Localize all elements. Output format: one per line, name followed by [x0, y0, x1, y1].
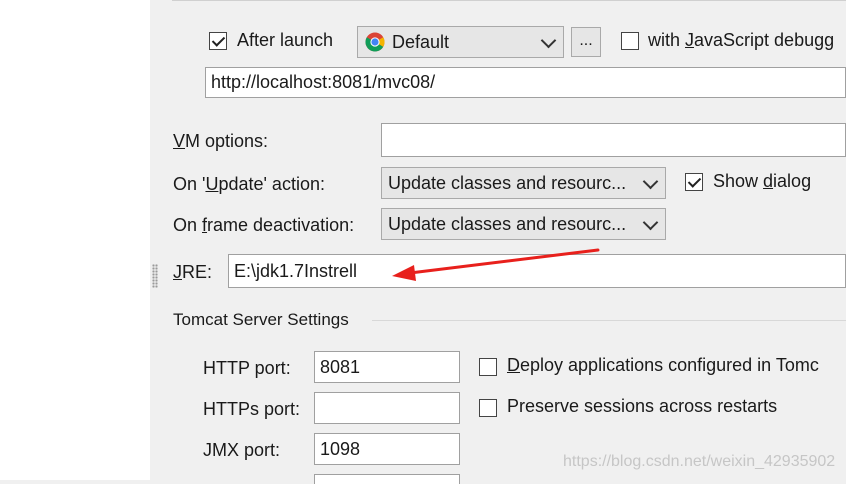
- http-port-value: 8081: [320, 357, 361, 377]
- next-port-field[interactable]: [314, 474, 460, 484]
- preserve-sessions-label: Preserve sessions across restarts: [507, 396, 778, 416]
- tomcat-settings-title: Tomcat Server Settings: [173, 310, 349, 329]
- http-port-label: HTTP port:: [203, 358, 291, 378]
- browser-select-value: Default: [392, 32, 450, 52]
- jmx-port-value: 1098: [320, 439, 361, 459]
- chevron-down-icon: [642, 173, 659, 190]
- annotation-arrow: [392, 248, 600, 281]
- on-update-select[interactable]: Update classes and resourc...: [381, 167, 666, 199]
- splitter-grip[interactable]: [152, 264, 158, 288]
- preserve-sessions-checkbox[interactable]: [479, 399, 497, 417]
- https-port-field[interactable]: [314, 392, 460, 424]
- https-port-label: HTTPs port:: [203, 399, 301, 419]
- after-launch-label: After launch: [237, 30, 334, 50]
- url-field[interactable]: http://localhost:8081/mvc08/: [205, 67, 846, 98]
- deploy-apps-checkbox[interactable]: [479, 358, 497, 376]
- jmx-port-field[interactable]: 1098: [314, 433, 460, 465]
- show-dialog-checkbox[interactable]: [685, 173, 703, 191]
- vm-options-label: VM options:: [173, 131, 269, 151]
- http-port-field[interactable]: 8081: [314, 351, 460, 383]
- js-debug-checkbox[interactable]: [621, 32, 639, 50]
- on-frame-deactivation-value: Update classes and resourc...: [388, 214, 627, 234]
- chevron-down-icon: [540, 32, 557, 49]
- jre-label: JRE:: [173, 262, 213, 282]
- url-field-value: http://localhost:8081/mvc08/: [211, 72, 436, 92]
- jmx-port-label: JMX port:: [203, 440, 281, 460]
- browser-select[interactable]: Default: [357, 26, 564, 58]
- on-update-value: Update classes and resourc...: [388, 173, 627, 193]
- browse-browser-button[interactable]: ...: [571, 27, 601, 57]
- after-launch-checkbox[interactable]: [209, 32, 227, 50]
- js-debug-label: with JavaScript debugg: [648, 30, 835, 50]
- vm-options-field[interactable]: [381, 123, 846, 157]
- section-separator: [372, 320, 846, 321]
- group-border: [172, 0, 846, 7]
- deploy-apps-label: Deploy applications configured in Tomc: [507, 355, 819, 375]
- on-frame-deactivation-select[interactable]: Update classes and resourc...: [381, 208, 666, 240]
- splitter[interactable]: [150, 0, 160, 480]
- chevron-down-icon: [642, 214, 659, 231]
- left-pane: [0, 0, 151, 480]
- on-frame-deactivation-label: On frame deactivation:: [173, 215, 355, 235]
- on-update-label: On 'Update' action:: [173, 174, 325, 194]
- show-dialog-label: Show dialog: [713, 171, 812, 191]
- watermark-text: https://blog.csdn.net/weixin_42935902: [563, 453, 836, 470]
- chrome-icon: [365, 32, 385, 52]
